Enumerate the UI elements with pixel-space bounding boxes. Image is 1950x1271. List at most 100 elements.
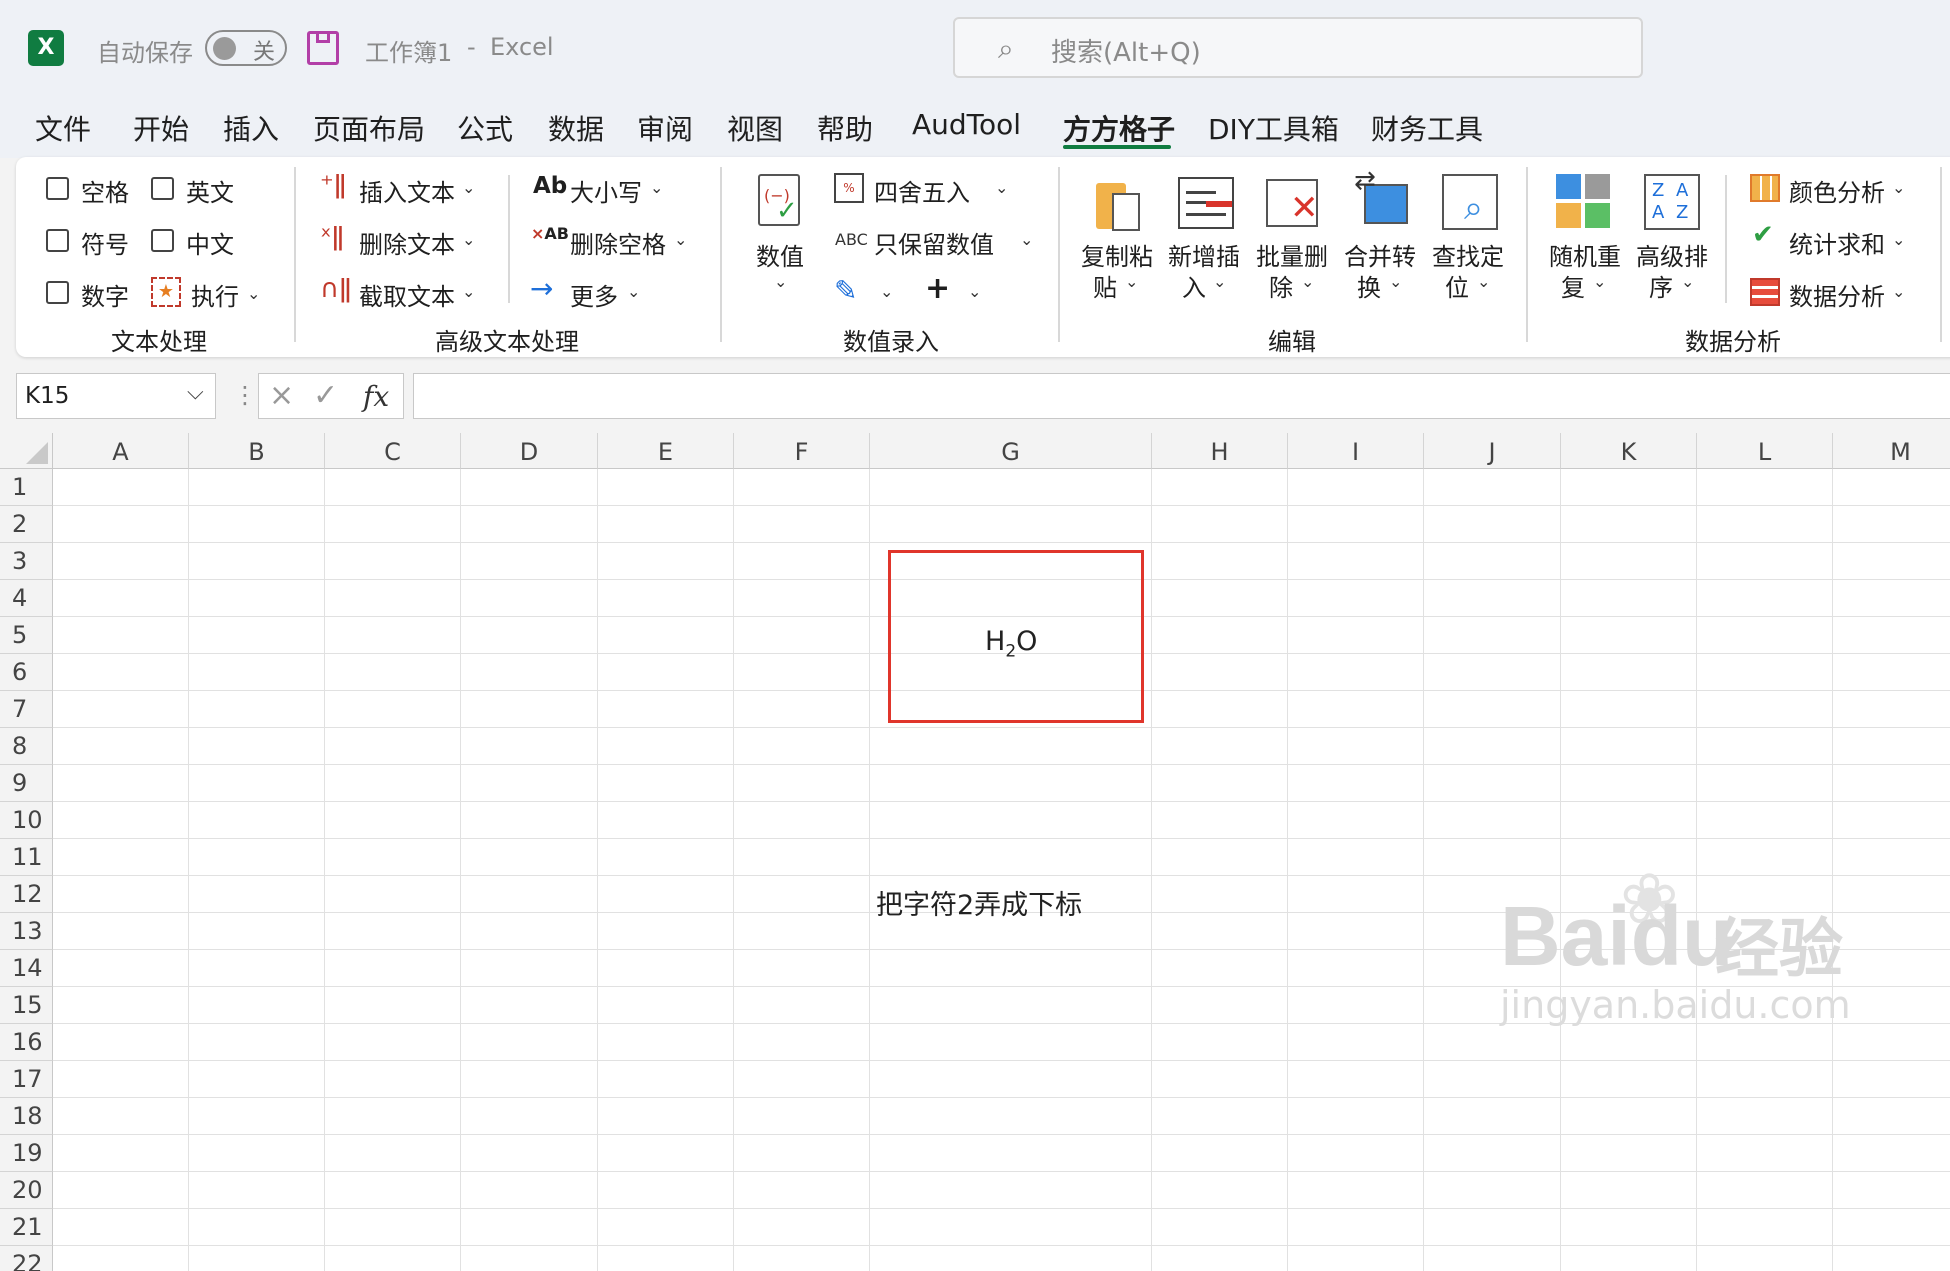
tab-formulas[interactable]: 公式 (457, 108, 513, 148)
row-header-11[interactable]: 11 (0, 839, 53, 876)
row-header-22[interactable]: 22 (0, 1246, 53, 1271)
case-button[interactable]: 大小写 (570, 173, 642, 208)
row-header-17[interactable]: 17 (0, 1061, 53, 1098)
row-header-3[interactable]: 3 (0, 543, 53, 580)
row-header-6[interactable]: 6 (0, 654, 53, 691)
cancel-icon[interactable]: × (269, 378, 294, 413)
delete-text-button[interactable]: 删除文本 (359, 225, 455, 260)
chevron-down-icon[interactable]: ⌄ (674, 230, 687, 249)
row-header-1[interactable]: 1 (0, 469, 53, 506)
column-header-l[interactable]: L (1697, 433, 1833, 469)
execute-button[interactable]: 执行 (191, 277, 239, 312)
chevron-down-icon[interactable]: ⌄ (462, 230, 475, 249)
find-locate-label2[interactable]: 位 (1445, 268, 1469, 303)
chevron-down-icon[interactable]: ⌄ (1681, 272, 1694, 291)
more-button[interactable]: 更多 (570, 277, 618, 312)
merge-convert-label[interactable]: 合并转 (1344, 237, 1416, 272)
row-header-2[interactable]: 2 (0, 506, 53, 543)
tab-finance[interactable]: 财务工具 (1371, 108, 1483, 148)
column-header-a[interactable]: A (53, 433, 189, 469)
tab-page-layout[interactable]: 页面布局 (313, 108, 425, 148)
chevron-down-icon[interactable]: ⌄ (1892, 230, 1905, 249)
row-header-18[interactable]: 18 (0, 1098, 53, 1135)
insert-rows-label2[interactable]: 入 (1182, 268, 1206, 303)
row-header-20[interactable]: 20 (0, 1172, 53, 1209)
row-header-10[interactable]: 10 (0, 802, 53, 839)
chevron-down-icon[interactable]: ⌄ (880, 282, 893, 301)
column-header-h[interactable]: H (1152, 433, 1288, 469)
tab-data[interactable]: 数据 (548, 108, 604, 148)
checkbox-english[interactable] (151, 177, 174, 200)
keep-values-button[interactable]: 只保留数值 (874, 225, 994, 260)
row-header-9[interactable]: 9 (0, 765, 53, 802)
color-analysis-button[interactable]: 颜色分析 (1789, 173, 1885, 208)
chevron-down-icon[interactable]: ⌄ (462, 178, 475, 197)
column-header-f[interactable]: F (734, 433, 870, 469)
find-locate-label[interactable]: 查找定 (1432, 237, 1504, 272)
merge-convert-label2[interactable]: 换 (1357, 268, 1381, 303)
chevron-down-icon[interactable]: ⌄ (968, 282, 981, 301)
column-header-d[interactable]: D (461, 433, 598, 469)
worksheet-grid[interactable]: ABCDEFGHIJKLM 1 2 3 4 5 6 7 8 9 10 11 12 13 14 15 16 17 1… (0, 433, 1950, 1271)
autosave-toggle[interactable]: 关 (205, 30, 287, 66)
tab-help[interactable]: 帮助 (817, 108, 873, 148)
name-box[interactable]: K15 ⌵ (16, 373, 216, 419)
chevron-down-icon[interactable]: ⌄ (1477, 272, 1490, 291)
chevron-down-icon[interactable]: ⌄ (1213, 272, 1226, 291)
column-header-k[interactable]: K (1561, 433, 1697, 469)
tab-view[interactable]: 视图 (727, 108, 783, 148)
tab-diy[interactable]: DIY工具箱 (1208, 108, 1339, 148)
chevron-down-icon[interactable]: ⌵ (187, 380, 204, 405)
delete-space-button[interactable]: 删除空格 (570, 225, 666, 260)
advanced-sort-label[interactable]: 高级排 (1636, 237, 1708, 272)
formula-input[interactable] (413, 373, 1950, 419)
row-header-19[interactable]: 19 (0, 1135, 53, 1172)
chevron-down-icon[interactable]: ⌄ (774, 272, 787, 291)
edit-table-icon[interactable]: ✎ (834, 274, 857, 307)
random-repeat-label2[interactable]: 复 (1561, 268, 1585, 303)
insert-text-button[interactable]: 插入文本 (359, 173, 455, 208)
chevron-down-icon[interactable]: ⌄ (1593, 272, 1606, 291)
column-header-b[interactable]: B (189, 433, 325, 469)
chevron-down-icon[interactable]: ⌄ (627, 282, 640, 301)
row-header-4[interactable]: 4 (0, 580, 53, 617)
row-header-7[interactable]: 7 (0, 691, 53, 728)
stat-sum-button[interactable]: 统计求和 (1789, 225, 1885, 260)
search-box[interactable]: ⌕ 搜索(Alt+Q) (953, 17, 1643, 78)
row-header-8[interactable]: 8 (0, 728, 53, 765)
tab-fangfang[interactable]: 方方格子 (1063, 108, 1175, 148)
chevron-down-icon[interactable]: ⌄ (462, 282, 475, 301)
row-header-16[interactable]: 16 (0, 1024, 53, 1061)
insert-function-icon[interactable]: fx (363, 380, 389, 413)
row-header-13[interactable]: 13 (0, 913, 53, 950)
advanced-sort-label2[interactable]: 序 (1649, 268, 1673, 303)
batch-delete-label2[interactable]: 除 (1269, 268, 1293, 303)
tab-insert[interactable]: 插入 (223, 108, 279, 148)
row-header-12[interactable]: 12 (0, 876, 53, 913)
chevron-down-icon[interactable]: ⌄ (247, 284, 260, 303)
chevron-down-icon[interactable]: ⌄ (1892, 178, 1905, 197)
column-header-g[interactable]: G (870, 433, 1152, 469)
column-header-c[interactable]: C (325, 433, 461, 469)
checkbox-chinese[interactable] (151, 229, 174, 252)
data-analysis-button[interactable]: 数据分析 (1789, 277, 1885, 312)
row-header-14[interactable]: 14 (0, 950, 53, 987)
extract-text-button[interactable]: 截取文本 (359, 277, 455, 312)
checkbox-symbol[interactable] (46, 229, 69, 252)
column-header-j[interactable]: J (1424, 433, 1561, 469)
confirm-icon[interactable]: ✓ (313, 378, 338, 413)
column-header-i[interactable]: I (1288, 433, 1424, 469)
row-header-21[interactable]: 21 (0, 1209, 53, 1246)
round-button[interactable]: 四舍五入 (874, 173, 970, 208)
cell-g5[interactable]: H2O (985, 626, 1037, 661)
chevron-down-icon[interactable]: ⌄ (650, 178, 663, 197)
select-all-corner[interactable] (0, 433, 53, 469)
column-header-m[interactable]: M (1833, 433, 1950, 469)
column-header-e[interactable]: E (598, 433, 734, 469)
tab-audtool[interactable]: AudTool (912, 108, 1021, 141)
tab-file[interactable]: 文件 (35, 108, 91, 148)
checkbox-digit[interactable] (46, 281, 69, 304)
row-header-15[interactable]: 15 (0, 987, 53, 1024)
chevron-down-icon[interactable]: ⌄ (1125, 272, 1138, 291)
chevron-down-icon[interactable]: ⌄ (1301, 272, 1314, 291)
